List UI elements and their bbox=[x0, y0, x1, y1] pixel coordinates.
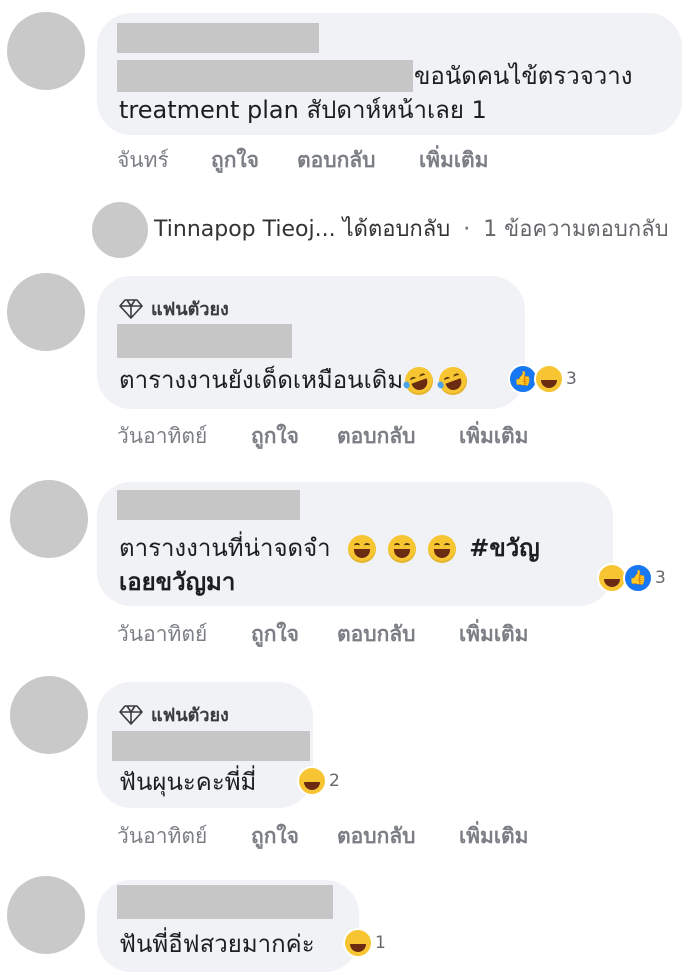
reaction-summary[interactable]: 👍 3 bbox=[508, 364, 577, 394]
reply-action: ได้ตอบกลับ bbox=[342, 217, 451, 242]
more-button[interactable]: เพิ่มเติม bbox=[459, 420, 529, 453]
comment-text-body: ตารางงานยังเด็ดเหมือนเดิม bbox=[119, 366, 404, 394]
haha-icon bbox=[343, 928, 373, 958]
like-button[interactable]: ถูกใจ bbox=[251, 820, 299, 853]
view-replies-link[interactable]: Tinnapop Tieoj... ได้ตอบกลับ · 1 ข้อความ… bbox=[154, 211, 669, 246]
reply-button[interactable]: ตอบกลับ bbox=[337, 820, 416, 853]
avatar[interactable] bbox=[7, 876, 85, 954]
reply-button[interactable]: ตอบกลับ bbox=[297, 144, 376, 177]
diamond-icon bbox=[119, 298, 143, 319]
like-icon: 👍 bbox=[623, 563, 653, 593]
diamond-icon bbox=[119, 704, 143, 725]
avatar bbox=[92, 202, 148, 258]
comment-time: วันอาทิตย์ bbox=[117, 622, 208, 646]
like-button[interactable]: ถูกใจ bbox=[251, 420, 299, 453]
like-button[interactable]: ถูกใจ bbox=[211, 144, 259, 177]
separator: · bbox=[463, 217, 471, 242]
top-fan-badge: แฟนตัวยง bbox=[119, 700, 229, 729]
comment-actions: วันอาทิตย์ ถูกใจ ตอบกลับ เพิ่มเติม bbox=[0, 618, 700, 646]
reaction-summary[interactable]: 1 bbox=[343, 928, 386, 958]
redacted-name bbox=[117, 490, 300, 520]
redacted-name bbox=[112, 731, 310, 761]
more-button[interactable]: เพิ่มเติม bbox=[459, 820, 529, 853]
comment-actions: วันอาทิตย์ ถูกใจ ตอบกลับ เพิ่มเติม bbox=[0, 420, 700, 448]
hashtag-text: เอยขวัญมา bbox=[119, 568, 236, 596]
comment-text-body: ตารางงานที่น่าจดจำ bbox=[119, 534, 331, 562]
like-button[interactable]: ถูกใจ bbox=[251, 618, 299, 651]
more-button[interactable]: เพิ่มเติม bbox=[419, 144, 489, 177]
comment-text: ขอนัดคนไข้ตรวจวาง bbox=[414, 62, 633, 90]
reaction-count: 1 bbox=[375, 933, 386, 953]
comment-time: วันอาทิตย์ bbox=[117, 824, 208, 848]
haha-icon bbox=[297, 766, 327, 796]
comment-time: วันอาทิตย์ bbox=[117, 424, 208, 448]
hashtag-link[interactable]: #ขวัญ bbox=[469, 534, 539, 562]
reaction-count: 3 bbox=[566, 369, 577, 389]
redacted-name bbox=[117, 885, 333, 919]
comment-time: จันทร์ bbox=[117, 148, 169, 172]
reply-button[interactable]: ตอบกลับ bbox=[337, 618, 416, 651]
avatar[interactable] bbox=[10, 676, 88, 754]
reaction-summary[interactable]: 👍 3 bbox=[597, 563, 666, 593]
comment-actions: จันทร์ ถูกใจ ตอบกลับ เพิ่มเติม bbox=[0, 144, 700, 172]
haha-icon bbox=[534, 364, 564, 394]
badge-label: แฟนตัวยง bbox=[151, 299, 229, 320]
redacted-name bbox=[117, 23, 319, 53]
grin-sweat-emoji-icon bbox=[387, 535, 416, 563]
reply-count: 1 ข้อความตอบกลับ bbox=[483, 217, 669, 242]
reaction-count: 2 bbox=[329, 771, 340, 791]
comment-text: ฟันผุนะคะพี่มี่ bbox=[119, 768, 257, 796]
avatar[interactable] bbox=[10, 480, 88, 558]
comment-text: ตารางงานที่น่าจดจำ #ขวัญ bbox=[119, 530, 540, 566]
top-fan-badge: แฟนตัวยง bbox=[119, 294, 229, 323]
rofl-emoji-icon bbox=[401, 363, 438, 399]
badge-label: แฟนตัวยง bbox=[151, 705, 229, 726]
comment-text: treatment plan สัปดาห์หน้าเลย 1 bbox=[119, 96, 487, 124]
redacted-text bbox=[117, 60, 413, 92]
more-button[interactable]: เพิ่มเติม bbox=[459, 618, 529, 651]
rofl-emoji-icon bbox=[435, 363, 472, 399]
hashtag-link[interactable]: เอยขวัญมา bbox=[119, 564, 235, 600]
grin-sweat-emoji-icon bbox=[348, 535, 377, 563]
comment-text: ตารางงานยังเด็ดเหมือนเดิม bbox=[119, 362, 472, 399]
grin-sweat-emoji-icon bbox=[427, 535, 456, 563]
avatar[interactable] bbox=[7, 12, 85, 90]
reply-button[interactable]: ตอบกลับ bbox=[337, 420, 416, 453]
comment-actions: วันอาทิตย์ ถูกใจ ตอบกลับ เพิ่มเติม bbox=[0, 820, 700, 848]
comment-text: ฟันพี่อีฟสวยมากค่ะ bbox=[119, 930, 315, 958]
reaction-count: 3 bbox=[655, 568, 666, 588]
avatar[interactable] bbox=[7, 273, 85, 351]
reply-author-name: Tinnapop Tieoj... bbox=[154, 217, 336, 242]
reaction-summary[interactable]: 2 bbox=[297, 766, 340, 796]
redacted-name bbox=[117, 324, 292, 358]
